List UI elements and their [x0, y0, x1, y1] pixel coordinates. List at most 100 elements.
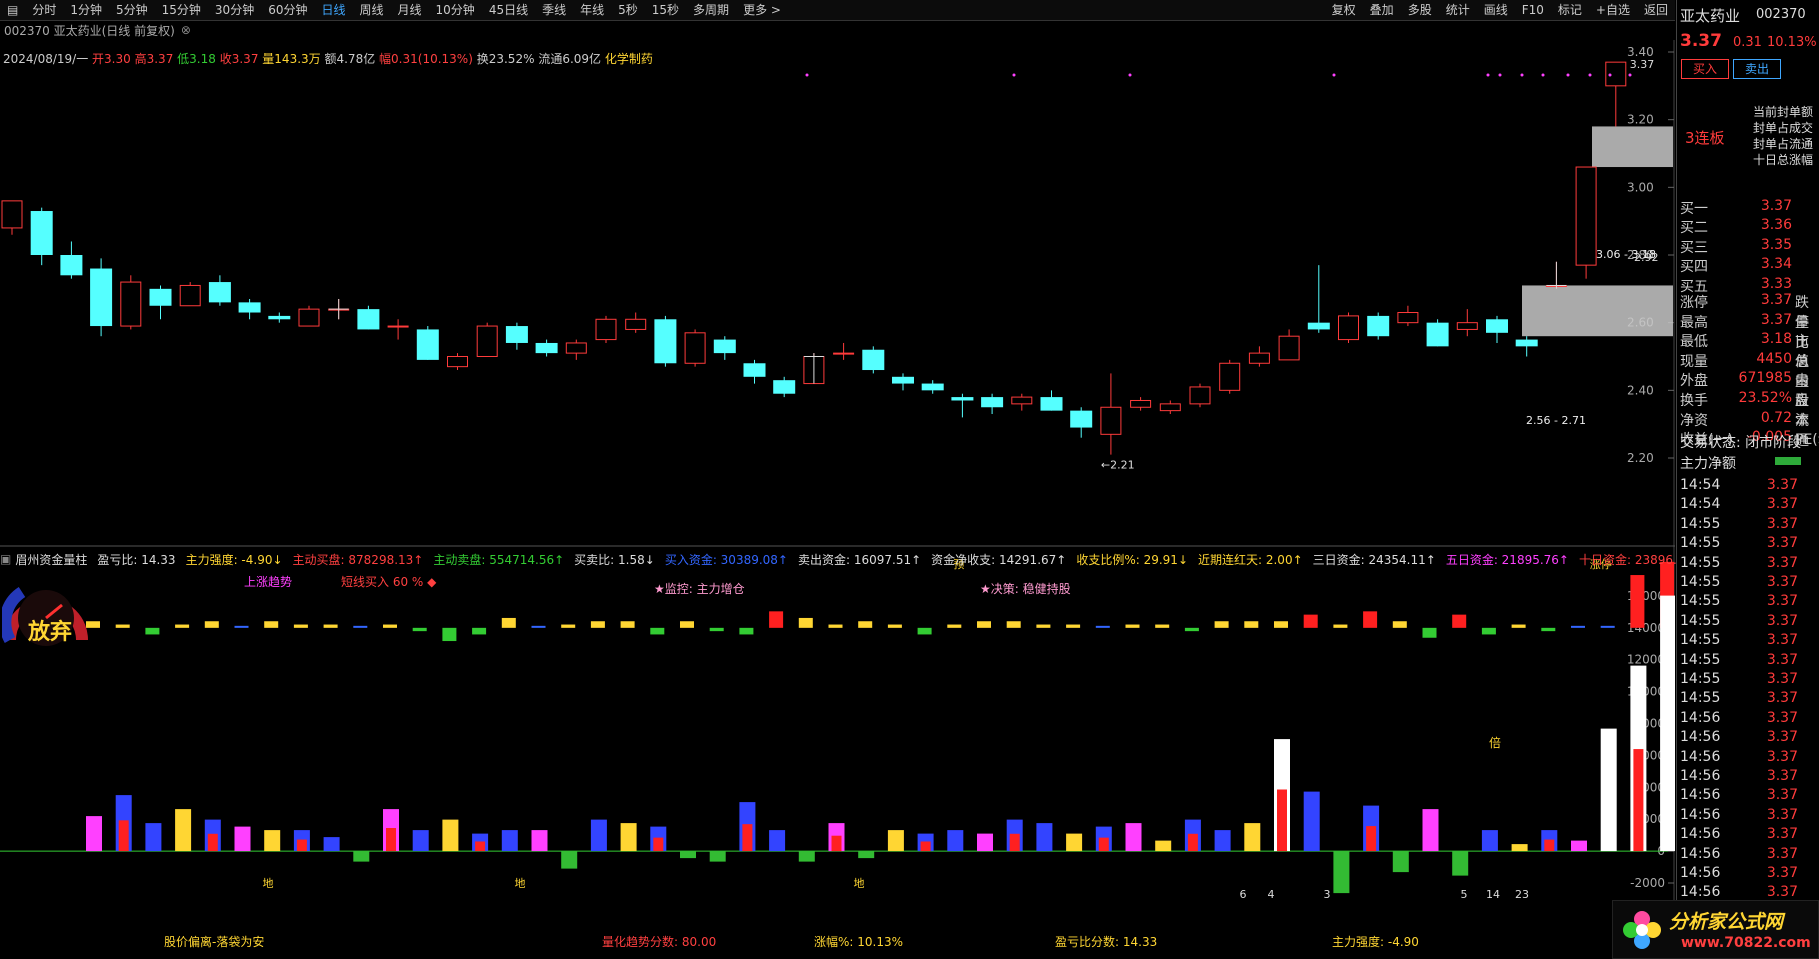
tick-row[interactable]: 14:56 3.37 [1677, 846, 1819, 864]
period-tab[interactable]: 多周期 [686, 0, 736, 20]
candle-body [1456, 322, 1478, 330]
tick-row[interactable]: 14:56 3.37 [1677, 826, 1819, 844]
period-tab[interactable]: 10分钟 [429, 0, 482, 20]
bottom-left-label: 股价偏离-落袋为安 [164, 935, 265, 949]
period-tab[interactable]: 5分钟 [109, 0, 155, 20]
period-tab[interactable]: 1分钟 [63, 0, 109, 20]
flow-bar [1392, 621, 1407, 628]
toolbar-right-button[interactable]: 多股 [1401, 0, 1439, 20]
tick-row[interactable]: 14:54 3.37 [1677, 496, 1819, 514]
tick-row[interactable]: 14:55 3.37 [1677, 574, 1819, 592]
tick-row[interactable]: 14:56 3.37 [1677, 768, 1819, 786]
volume-bar [86, 816, 102, 852]
flow-bar [293, 624, 308, 628]
tick-row[interactable]: 14:55 3.37 [1677, 516, 1819, 534]
period-tab[interactable]: 更多 > [736, 0, 788, 20]
toolbar-right-button[interactable]: +自选 [1589, 0, 1637, 20]
tick-row[interactable]: 14:56 3.37 [1677, 729, 1819, 747]
period-tab[interactable]: 45日线 [482, 0, 535, 20]
flow-bar [1481, 627, 1496, 635]
tick-row[interactable]: 14:56 3.37 [1677, 749, 1819, 767]
tick-row[interactable]: 14:54 3.37 [1677, 477, 1819, 495]
candle-body [862, 349, 885, 371]
tick-row[interactable]: 14:55 3.37 [1677, 671, 1819, 689]
tick-time: 14:56 [1680, 787, 1721, 804]
toolbar-right-button[interactable]: 复权 [1325, 0, 1363, 20]
tick-row[interactable]: 14:55 3.37 [1677, 613, 1819, 631]
rp-value: 3.37 [1760, 311, 1792, 328]
tick-row[interactable]: 14:55 3.37 [1677, 593, 1819, 611]
volume-bar [561, 851, 578, 869]
toolbar-right-button[interactable]: 返回 [1637, 0, 1675, 20]
period-tab[interactable]: 分时 [25, 0, 63, 20]
period-tab[interactable]: 年线 [573, 0, 611, 20]
tick-price: 3.37 [1766, 729, 1798, 746]
flow-bar [234, 625, 249, 628]
tick-price: 3.37 [1766, 768, 1798, 784]
candle-body [1338, 315, 1359, 341]
tick-price: 3.37 [1766, 884, 1798, 901]
toolbar-right-button[interactable]: 统计 [1439, 0, 1477, 20]
volume-inner-bar [1366, 826, 1377, 852]
period-tab[interactable]: 5秒 [611, 0, 645, 20]
flow-bar [501, 617, 516, 628]
sell-button[interactable]: 卖出 [1733, 59, 1781, 79]
period-tab[interactable]: 30分钟 [208, 0, 261, 20]
period-tab[interactable]: 月线 [391, 0, 429, 20]
tick-price: 3.37 [1766, 806, 1798, 823]
candle-body [1426, 322, 1449, 347]
tick-row[interactable]: 14:55 3.37 [1677, 690, 1819, 708]
ind-axis-label: -2000 [1630, 876, 1665, 890]
candle-body [981, 397, 1004, 408]
candle-body [120, 281, 142, 327]
bid-row: 买四 3.34 [1677, 256, 1819, 275]
toolbar-right-button[interactable]: 画线 [1477, 0, 1515, 20]
volume-inner-bar [1098, 837, 1109, 852]
volume-bar [1660, 595, 1675, 852]
candle-body [1219, 362, 1241, 391]
volume-bar [769, 830, 786, 852]
tick-row[interactable]: 14:56 3.37 [1677, 787, 1819, 805]
volume-inner-bar [118, 820, 129, 852]
tick-row[interactable]: 14:55 3.37 [1677, 555, 1819, 573]
stock-title: 002370 亚太药业(日线 前复权) [4, 23, 175, 38]
indicator-item: 主动卖盘: 554714.56↑ [433, 552, 565, 567]
flow-bar [798, 617, 813, 628]
tick-price: 3.37 [1766, 748, 1798, 765]
indicator-toggle-icon[interactable]: ▣ [0, 552, 11, 566]
tick-row[interactable]: 14:56 3.37 [1677, 807, 1819, 825]
toolbar-right-button[interactable]: 叠加 [1363, 0, 1401, 20]
main-net-bar [1775, 457, 1801, 465]
candle-body [1159, 403, 1181, 412]
period-tab[interactable]: 15秒 [645, 0, 686, 20]
flow-bar [323, 624, 338, 628]
toolbar-menu-icon[interactable]: ▤ [0, 0, 25, 20]
period-tab[interactable]: 15分钟 [155, 0, 208, 20]
period-tab[interactable]: 60分钟 [261, 0, 314, 20]
period-tab[interactable]: 季线 [535, 0, 573, 20]
volume-inner-bar [653, 837, 664, 852]
tick-row[interactable]: 14:56 3.37 [1677, 710, 1819, 728]
bid-row: 买一 3.37 [1677, 198, 1819, 217]
rp-value: 3.35 [1760, 236, 1792, 253]
toolbar-right-button[interactable]: 标记 [1551, 0, 1589, 20]
bid-row: 买三 3.35 [1677, 236, 1819, 256]
candle-body [416, 329, 439, 360]
kline-chart[interactable]: 3.403.203.002.802.602.402.202.92 3.06 - … [0, 40, 1675, 933]
di-marker: 地 [854, 877, 865, 890]
tick-row[interactable]: 14:55 3.37 [1677, 652, 1819, 670]
close-circle-icon[interactable]: ⊗ [181, 23, 191, 37]
toolbar-right-button[interactable]: F10 [1515, 0, 1551, 20]
volume-inner-bar [831, 835, 842, 852]
tick-row[interactable]: 14:55 3.37 [1677, 535, 1819, 553]
tick-row[interactable]: 14:55 3.37 [1677, 632, 1819, 650]
period-tab[interactable]: 周线 [353, 0, 391, 20]
period-tab[interactable]: 日线 [314, 0, 352, 20]
tick-price: 3.37 [1766, 845, 1798, 862]
tick-row[interactable]: 14:56 3.37 [1677, 865, 1819, 883]
buy-button[interactable]: 买入 [1681, 59, 1729, 79]
bottom-count-label: 6 [1240, 888, 1247, 901]
flower-logo-icon [1623, 911, 1661, 949]
volume-bar [1066, 833, 1083, 852]
volume-inner-bar [1009, 833, 1020, 852]
